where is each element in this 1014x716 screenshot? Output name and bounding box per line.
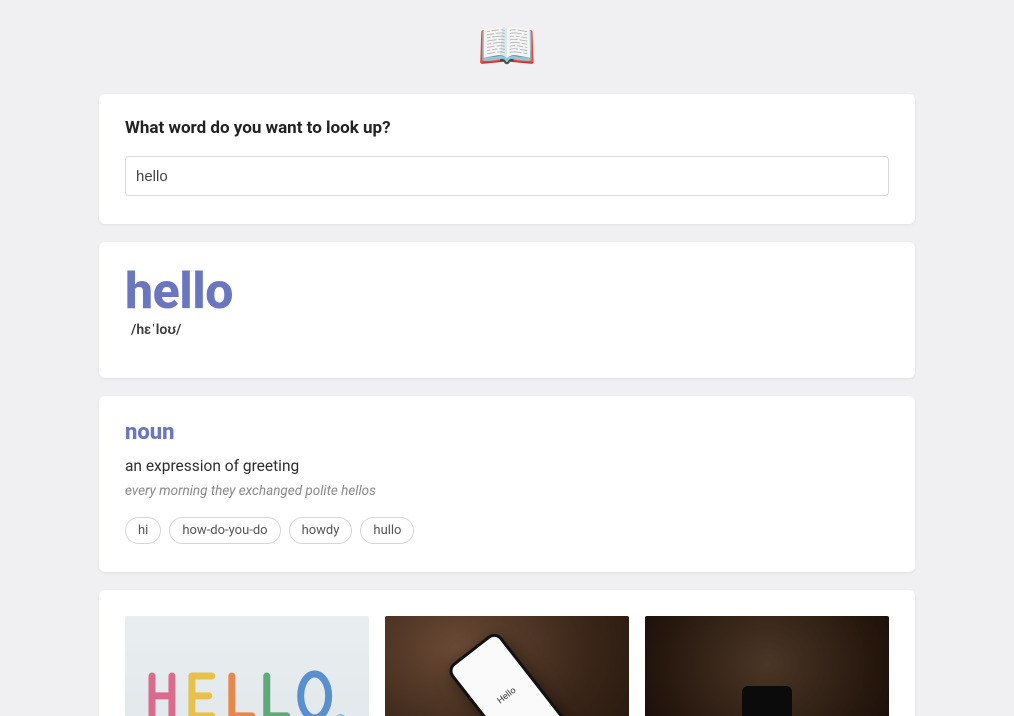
- phone-graphic: Hello: [445, 629, 568, 716]
- word-card: hello /hɛˈloʊ/: [99, 242, 915, 378]
- phone-screen-text: Hello: [496, 685, 518, 706]
- definition-text: an expression of greeting: [125, 457, 889, 475]
- part-of-speech: noun: [125, 420, 889, 445]
- synonym-pill[interactable]: howdy: [289, 517, 353, 544]
- pronunciation: /hɛˈloʊ/: [131, 321, 889, 338]
- search-input[interactable]: [125, 156, 889, 196]
- synonyms-row: hi how-do-you-do howdy hullo: [125, 517, 889, 544]
- result-image[interactable]: Hello: [385, 616, 629, 716]
- result-image[interactable]: Hello: [645, 616, 889, 716]
- synonym-pill[interactable]: hi: [125, 517, 161, 544]
- example-text: every morning they exchanged polite hell…: [125, 483, 889, 499]
- images-card: Hello Hello: [99, 590, 915, 716]
- search-card: What word do you want to look up?: [99, 94, 915, 224]
- word-title: hello: [125, 266, 889, 319]
- hello-letters-graphic: [137, 661, 357, 716]
- search-label: What word do you want to look up?: [125, 118, 889, 138]
- open-book-icon: 📖: [477, 22, 537, 70]
- synonym-pill[interactable]: how-do-you-do: [169, 517, 280, 544]
- definition-card: noun an expression of greeting every mor…: [99, 396, 915, 572]
- phone-graphic: Hello: [742, 686, 792, 716]
- synonym-pill[interactable]: hullo: [360, 517, 414, 544]
- app-logo: 📖: [0, 0, 1014, 76]
- result-image[interactable]: [125, 616, 369, 716]
